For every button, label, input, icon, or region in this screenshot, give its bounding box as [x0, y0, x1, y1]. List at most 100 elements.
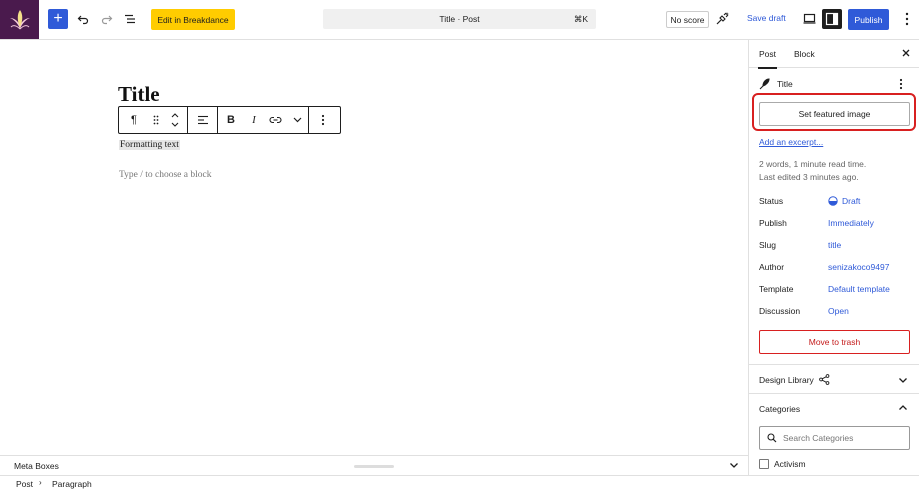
set-featured-image-button[interactable]: Set featured image	[759, 102, 910, 126]
tab-block[interactable]: Block	[794, 49, 815, 59]
undo-icon	[77, 15, 89, 25]
breadcrumb: Post › Paragraph	[0, 475, 919, 490]
block-toolbar: ¶ B I	[118, 106, 341, 134]
preview-button[interactable]	[801, 11, 817, 27]
align-left-icon	[197, 115, 208, 125]
bold-button[interactable]: B	[218, 107, 244, 133]
link-button[interactable]	[264, 107, 286, 133]
sidebar-post-title: Title	[777, 79, 793, 89]
seo-score-badge[interactable]: No score	[666, 11, 709, 28]
publish-button[interactable]: Publish	[848, 9, 889, 30]
design-library-panel-toggle[interactable]: Design Library	[759, 374, 830, 385]
block-type-group: ¶	[119, 107, 188, 133]
bold-label: B	[227, 114, 235, 126]
options-menu-button[interactable]	[900, 11, 914, 27]
breadcrumb-item-paragraph[interactable]: Paragraph	[52, 479, 92, 489]
draft-status-icon	[828, 196, 838, 206]
publish-value[interactable]: Immediately	[828, 218, 874, 228]
kebab-icon	[905, 12, 909, 26]
category-label: Activism	[774, 459, 806, 469]
ai-assistant-button[interactable]	[713, 10, 731, 28]
status-value[interactable]: Draft	[828, 196, 860, 206]
close-sidebar-button[interactable]	[901, 48, 911, 61]
divider	[749, 393, 919, 394]
sidebar-panel-icon	[825, 12, 839, 26]
sidebar-tabs: Post Block	[749, 40, 919, 69]
sparkle-plug-icon	[716, 12, 729, 25]
save-draft-button[interactable]: Save draft	[747, 13, 786, 23]
close-icon	[902, 49, 910, 57]
design-library-chevron[interactable]	[897, 374, 909, 388]
redo-button[interactable]	[99, 11, 115, 27]
slug-value[interactable]: title	[828, 240, 841, 250]
chevron-down-icon	[730, 463, 738, 468]
category-checkbox[interactable]	[759, 459, 769, 469]
slug-label: Slug	[759, 240, 777, 250]
categories-panel-toggle[interactable]: Categories	[759, 404, 800, 414]
settings-sidebar-toggle[interactable]	[822, 9, 842, 29]
move-to-trash-button[interactable]: Move to trash	[759, 330, 910, 354]
template-label: Template	[759, 284, 794, 294]
design-library-label: Design Library	[759, 374, 814, 385]
options-group	[309, 107, 336, 133]
chevron-down-icon	[899, 378, 907, 383]
status-label: Status	[759, 196, 784, 206]
meta-boxes-toggle[interactable]	[728, 459, 740, 473]
discussion-label: Discussion	[759, 306, 801, 316]
post-actions-button[interactable]	[899, 78, 903, 93]
categories-label: Categories	[759, 404, 801, 414]
add-block-button[interactable]: +	[48, 9, 68, 29]
document-overview-button[interactable]	[122, 11, 138, 27]
author-value[interactable]: senizakoco9497	[828, 262, 889, 272]
meta-boxes-bar[interactable]: Meta Boxes	[0, 455, 748, 475]
resize-handle[interactable]	[354, 465, 394, 468]
move-up-down-buttons[interactable]	[163, 107, 187, 133]
edit-in-breakdance-button[interactable]: Edit in Breakdance	[151, 9, 235, 30]
chevron-down-icon	[293, 117, 301, 123]
share-icon	[818, 374, 830, 385]
block-options-button[interactable]	[309, 107, 336, 133]
search-categories-input[interactable]	[783, 433, 903, 443]
site-logo-icon[interactable]	[0, 0, 39, 39]
last-edited-text: Last edited 3 minutes ago.	[759, 172, 859, 182]
desktop-icon	[803, 13, 815, 24]
author-label: Author	[759, 262, 785, 272]
link-icon	[268, 116, 282, 124]
kebab-icon	[321, 114, 324, 126]
drag-handle[interactable]	[149, 107, 163, 133]
paragraph-block[interactable]: Formatting text	[119, 140, 180, 150]
paragraph-icon: ¶	[131, 114, 137, 126]
template-value[interactable]: Default template	[828, 284, 890, 294]
post-title[interactable]: Title	[118, 82, 160, 107]
chevron-right-icon: ›	[39, 478, 42, 487]
tab-post[interactable]: Post	[757, 49, 778, 69]
category-item[interactable]: Activism	[759, 459, 806, 469]
paragraph-block-button[interactable]: ¶	[119, 107, 149, 133]
categories-chevron[interactable]	[897, 402, 909, 416]
align-group	[188, 107, 218, 133]
command-shortcut: ⌘K	[573, 14, 588, 24]
align-button[interactable]	[188, 107, 217, 133]
editor-canvas[interactable]: Title ¶ B I Formatting text Type / to ch…	[0, 40, 748, 455]
add-excerpt-link[interactable]: Add an excerpt...	[759, 137, 823, 147]
more-formats-button[interactable]	[286, 107, 308, 133]
meta-boxes-label: Meta Boxes	[14, 461, 59, 471]
kebab-icon	[899, 78, 903, 90]
breadcrumb-item-post[interactable]: Post	[16, 479, 33, 489]
format-group: B I	[218, 107, 309, 133]
read-time-text: 2 words, 1 minute read time.	[759, 159, 867, 169]
post-meta-info: 2 words, 1 minute read time. Last edited…	[759, 158, 866, 184]
search-categories-field[interactable]	[759, 426, 910, 450]
post-summary-header: Title	[759, 78, 793, 90]
undo-button[interactable]	[75, 11, 91, 27]
plus-icon: +	[53, 10, 63, 27]
quill-pen-icon	[759, 78, 770, 90]
block-appender-placeholder[interactable]: Type / to choose a block	[119, 170, 211, 180]
drag-handle-icon	[153, 115, 159, 125]
italic-button[interactable]: I	[244, 107, 264, 133]
italic-label: I	[252, 114, 256, 126]
command-palette-bar[interactable]: Title · Post ⌘K	[323, 9, 596, 29]
redo-icon	[101, 15, 113, 25]
search-icon	[767, 433, 777, 443]
discussion-value[interactable]: Open	[828, 306, 849, 316]
